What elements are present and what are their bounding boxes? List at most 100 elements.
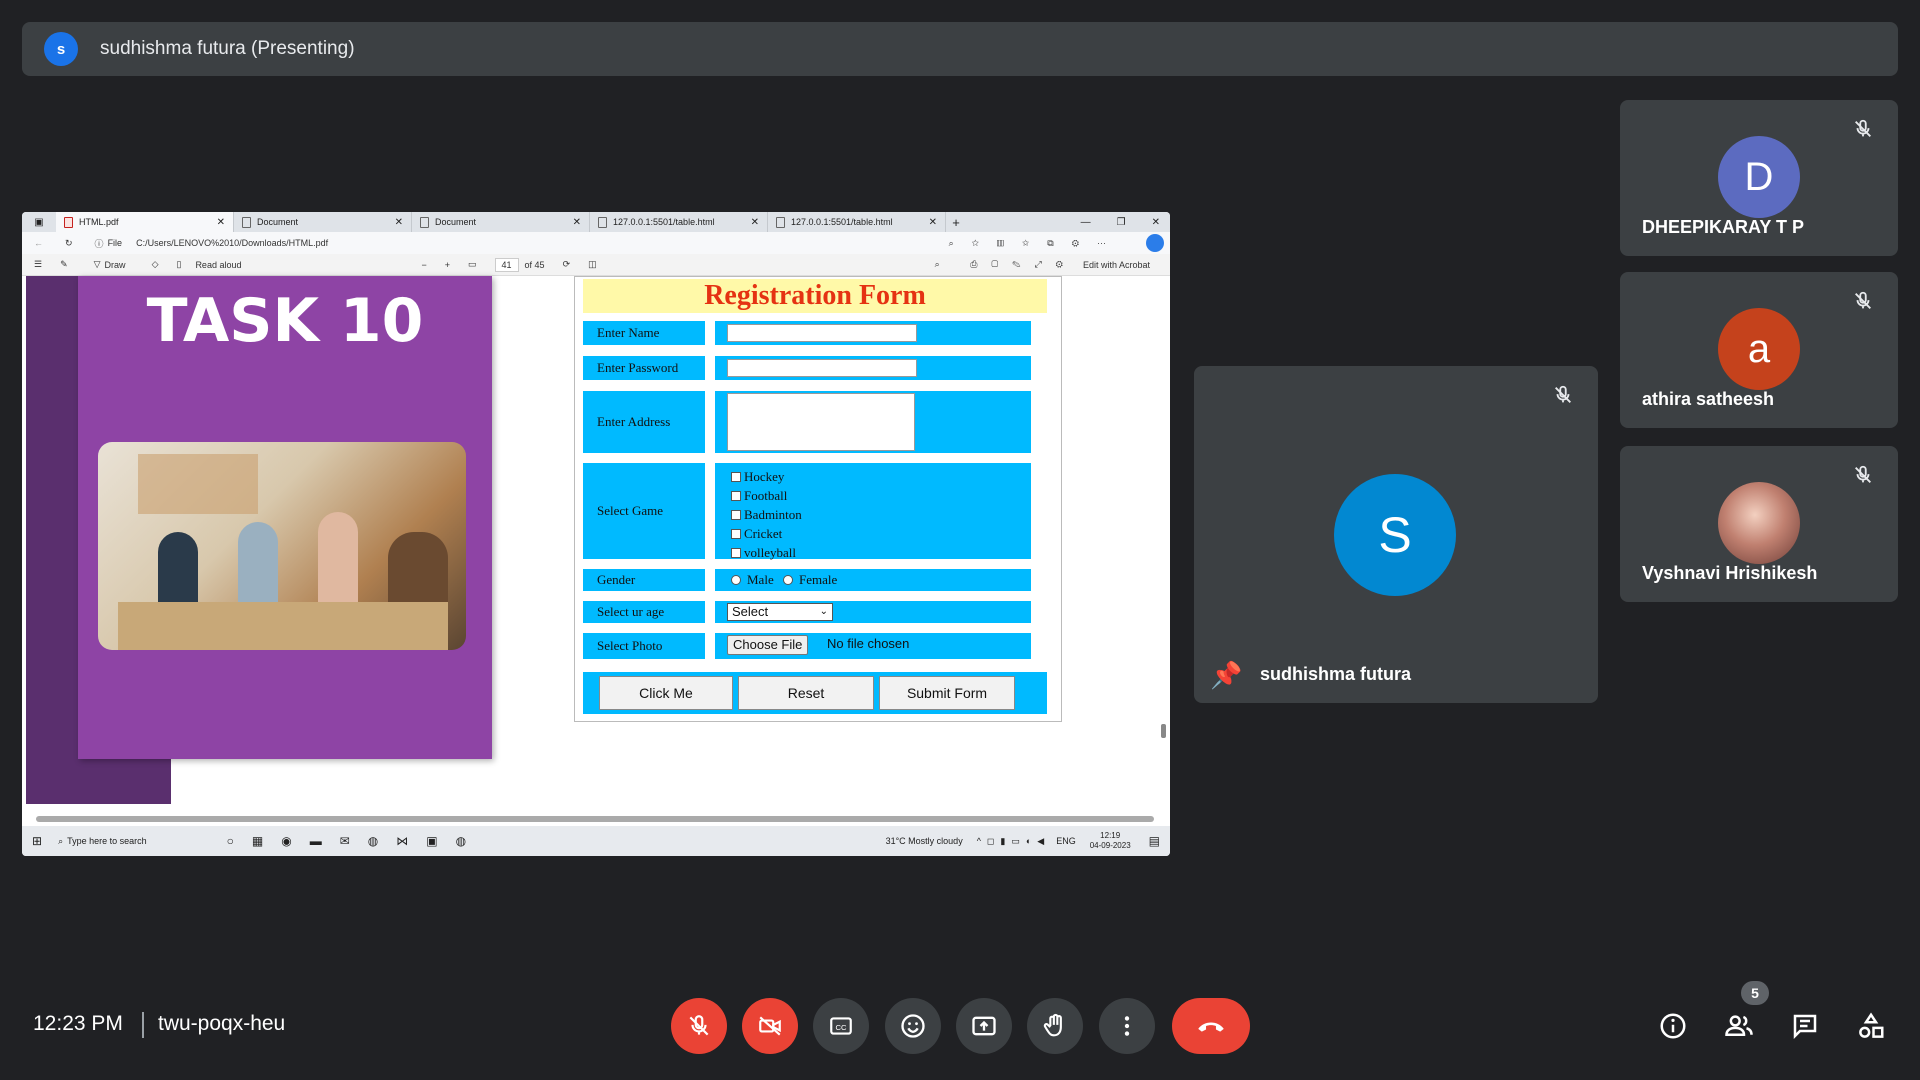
participant-tile[interactable]: D DHEEPIKARAY T P <box>1620 100 1898 256</box>
mic-toggle-button[interactable] <box>671 998 727 1054</box>
captions-button[interactable]: CC <box>813 998 869 1054</box>
reactions-button[interactable] <box>885 998 941 1054</box>
browser-actions[interactable]: ⌕☆▥✩⧉⚙⋯ <box>949 238 1124 249</box>
close-icon[interactable]: ✕ <box>751 217 759 228</box>
checkbox[interactable] <box>731 548 741 558</box>
page-number-input[interactable]: 41 <box>494 257 519 272</box>
pdf-tools[interactable]: ⌕ ⎙▢✎⤢⚙ <box>935 259 1077 270</box>
radio[interactable] <box>782 575 793 585</box>
tab-actions-icon[interactable]: ▣ <box>22 217 56 228</box>
game-option[interactable]: Football <box>731 486 802 505</box>
tray-icons[interactable]: ^◻▮▭◐◀ <box>977 836 1051 847</box>
browser-tab[interactable]: Document ✕ <box>234 212 412 232</box>
new-tab-icon[interactable]: + <box>946 215 966 230</box>
age-field-cell: Select ⌄ <box>715 601 1031 623</box>
browser-tab[interactable]: 127.0.0.1:5501/table.html ✕ <box>768 212 946 232</box>
raise-hand-button[interactable] <box>1027 998 1083 1054</box>
reset-button[interactable]: Reset <box>738 676 874 710</box>
browser-tab[interactable]: HTML.pdf ✕ <box>56 212 234 232</box>
address-textarea[interactable] <box>727 393 915 451</box>
choose-file-button[interactable]: Choose File <box>727 635 809 655</box>
presenter-tile[interactable]: S 📌 sudhishma futura <box>1194 366 1598 703</box>
activities-button[interactable] <box>1851 1006 1891 1046</box>
pin-icon[interactable]: 📌 <box>1210 660 1242 691</box>
taskbar-search[interactable]: Type here to search <box>67 836 147 846</box>
game-option[interactable]: Badminton <box>731 505 802 524</box>
checkbox[interactable] <box>731 472 741 482</box>
maximize-icon[interactable]: ❐ <box>1117 217 1126 228</box>
refresh-icon[interactable]: ↻ <box>65 238 73 249</box>
hand-icon <box>1043 1013 1062 1037</box>
camera-toggle-button[interactable] <box>742 998 798 1054</box>
avatar-photo <box>1718 482 1800 564</box>
windows-start-icon[interactable]: ⊞ <box>32 834 42 848</box>
draw-icon[interactable]: ▽ <box>94 259 101 270</box>
browser-tab[interactable]: Document ✕ <box>412 212 590 232</box>
more-options-button[interactable] <box>1099 998 1155 1054</box>
age-select[interactable]: Select ⌄ <box>727 603 833 621</box>
password-input[interactable] <box>727 359 917 377</box>
pdf-toolbar: ☰ ✎ ▽ Draw ◇ ▯ Read aloud − + ▭ 41 of 45… <box>22 254 1170 276</box>
erase-icon[interactable]: ◇ <box>152 259 159 270</box>
name-input[interactable] <box>727 324 917 342</box>
game-option[interactable]: Cricket <box>731 524 802 543</box>
back-icon[interactable]: ← <box>34 238 43 248</box>
participant-tile[interactable]: Vyshnavi Hrishikesh <box>1620 446 1898 602</box>
game-label: Select Game <box>583 463 705 559</box>
document-icon <box>776 216 785 228</box>
end-call-button[interactable] <box>1172 998 1250 1054</box>
close-icon[interactable]: ✕ <box>217 217 225 228</box>
game-option[interactable]: volleyball <box>731 543 802 562</box>
address-text[interactable]: C:/Users/LENOVO%2010/Downloads/HTML.pdf <box>136 238 328 248</box>
meeting-details-button[interactable] <box>1653 1006 1693 1046</box>
fit-icon[interactable]: ▭ <box>468 259 477 270</box>
emoji-icon <box>901 1014 925 1038</box>
read-aloud-button[interactable]: Read aloud <box>195 260 241 270</box>
taskbar-clock[interactable]: 12:19 04-09-2023 <box>1090 831 1131 851</box>
weather-text[interactable]: 31°C Mostly cloudy <box>886 836 963 846</box>
draw-button[interactable]: Draw <box>105 260 126 270</box>
close-icon[interactable]: ✕ <box>573 217 581 228</box>
edit-with-acrobat-button[interactable]: Edit with Acrobat <box>1083 260 1150 270</box>
close-window-icon[interactable]: ✕ <box>1152 217 1160 228</box>
page-total: of 45 <box>524 259 545 270</box>
close-icon[interactable]: ✕ <box>395 217 403 228</box>
gender-label: Gender <box>583 569 705 591</box>
no-file-text: No file chosen <box>827 636 910 651</box>
gender-option-male[interactable]: Male <box>731 572 774 587</box>
address-bar[interactable]: ← ↻ ⓘ File C:/Users/LENOVO%2010/Download… <box>22 232 1170 254</box>
checkbox[interactable] <box>731 510 741 520</box>
submit-form-button[interactable]: Submit Form <box>879 676 1015 710</box>
highlight-icon[interactable]: ✎ <box>60 259 68 270</box>
meeting-photo <box>98 442 466 650</box>
taskbar-apps[interactable]: ○▦◉▬✉◍⋈▣◍ <box>227 834 484 848</box>
gender-option-female[interactable]: Female <box>782 572 837 587</box>
game-option[interactable]: Hockey <box>731 467 802 486</box>
people-button[interactable] <box>1719 1006 1759 1046</box>
page-view-icon[interactable]: ▯ <box>176 259 181 270</box>
contents-icon[interactable]: ☰ <box>34 259 42 270</box>
vertical-scrollbar[interactable] <box>1161 724 1166 738</box>
two-page-icon[interactable]: ◫ <box>588 259 597 270</box>
zoom-out-icon[interactable]: − <box>421 260 426 270</box>
checkbox[interactable] <box>731 491 741 501</box>
participant-name: athira satheesh <box>1642 389 1775 409</box>
close-icon[interactable]: ✕ <box>929 217 937 228</box>
bing-icon[interactable] <box>1146 234 1164 252</box>
click-me-button[interactable]: Click Me <box>599 676 733 710</box>
radio[interactable] <box>731 575 741 585</box>
rotate-icon[interactable]: ⟳ <box>563 259 571 270</box>
zoom-in-icon[interactable]: + <box>445 260 450 270</box>
chevron-down-icon: ⌄ <box>819 606 828 617</box>
browser-tab[interactable]: 127.0.0.1:5501/table.html ✕ <box>590 212 768 232</box>
horizontal-scrollbar[interactable] <box>36 816 1154 822</box>
notifications-icon[interactable]: ▤ <box>1149 834 1160 848</box>
chat-button[interactable] <box>1785 1006 1825 1046</box>
checkbox[interactable] <box>731 529 741 539</box>
gender-field-cell: Male Female <box>715 569 1031 591</box>
language-label[interactable]: ENG <box>1056 836 1076 846</box>
minimize-icon[interactable]: — <box>1081 217 1091 228</box>
participant-tile[interactable]: a athira satheesh <box>1620 272 1898 428</box>
present-screen-button[interactable] <box>956 998 1012 1054</box>
present-icon <box>972 1016 996 1036</box>
